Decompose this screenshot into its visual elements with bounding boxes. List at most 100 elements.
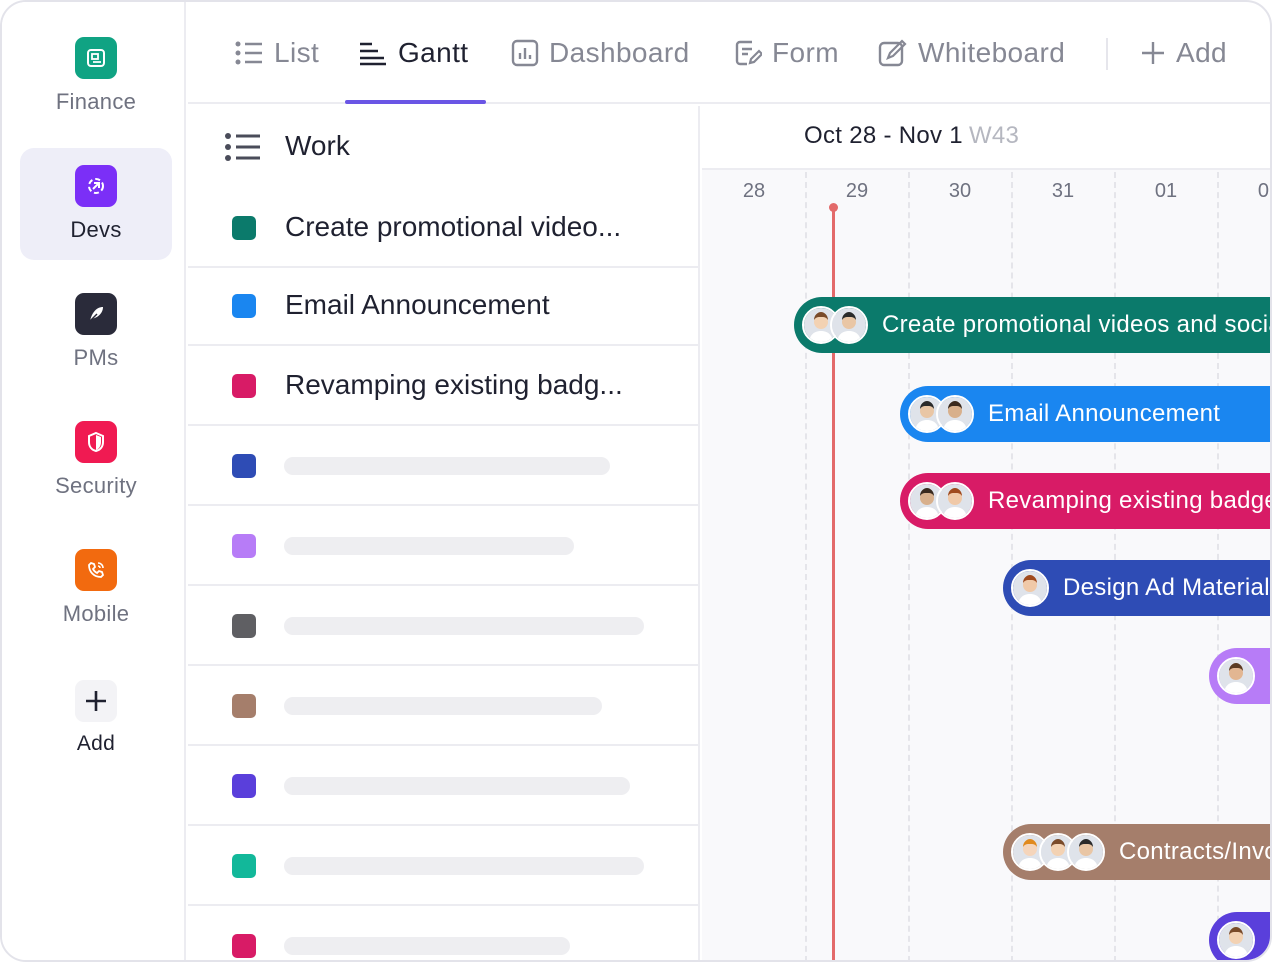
space-label: Add [76,732,116,755]
space-label: PMs [73,345,119,370]
avatar[interactable] [1217,657,1255,695]
gantt-bar-label: Design Ad Materials [1063,574,1272,601]
task-row[interactable] [188,506,700,586]
finance-icon [75,37,117,79]
phone-icon [75,549,117,591]
task-placeholder [284,617,644,635]
day-label: 28 [742,180,766,202]
avatar[interactable] [936,482,974,520]
task-placeholder [284,937,570,955]
app-window: Finance Devs PMs Security Mobile Add Lis… [0,0,1272,962]
day-label: 02 [1257,180,1270,202]
avatar[interactable] [936,395,974,433]
task-row[interactable]: Email Announcement [188,266,700,346]
space-label: Mobile [62,601,130,626]
today-marker-dot [829,203,838,212]
tab-label: Whiteboard [918,37,1066,68]
task-color-swatch [232,614,256,638]
gantt-bar[interactable] [1209,912,1270,960]
space-label: Security [55,473,137,498]
task-placeholder [284,697,602,715]
task-color-swatch [232,374,256,398]
space-finance[interactable]: Finance [20,20,172,132]
list-icon [234,40,264,66]
space-label: Devs [70,217,122,242]
dashboard-icon [511,39,539,67]
day-label: 01 [1154,180,1178,202]
day-label: 29 [845,180,869,202]
space-pms[interactable]: PMs [20,276,172,388]
plus-icon [75,680,117,722]
task-row[interactable] [188,906,700,960]
task-color-swatch [232,534,256,558]
add-space-button[interactable]: Add [20,662,172,774]
task-row[interactable] [188,666,700,746]
gantt-bar[interactable]: Email Announcement [900,386,1270,442]
day-label: 31 [1051,180,1075,202]
week-label: Oct 28 - Nov 1 W43 [804,122,1019,150]
space-security[interactable]: Security [20,404,172,516]
list-icon [224,132,262,167]
task-row[interactable] [188,746,700,826]
gantt-bar[interactable]: Design Ad Materials [1003,560,1272,616]
tab-label: Dashboard [549,37,690,68]
space-devs[interactable]: Devs [20,148,172,260]
tab-label: Form [772,37,839,68]
assignee-avatars [1217,657,1255,695]
tab-divider [1106,38,1108,70]
task-color-swatch [232,454,256,478]
week-number: W43 [968,122,1020,149]
task-placeholder [284,457,610,475]
tab-form[interactable]: Form [734,2,839,104]
tab-dashboard[interactable]: Dashboard [511,2,690,104]
plus-icon [1140,40,1166,66]
gantt-bar[interactable]: Create promotional videos and social med… [794,297,1270,353]
task-color-swatch [232,294,256,318]
gantt-bar[interactable]: Contracts/Invoices [1003,824,1270,880]
day-gridline [805,172,807,960]
assignee-avatars [1217,921,1255,959]
task-color-swatch [232,854,256,878]
task-list-header: Work [188,106,700,188]
gantt-bar-label: Create promotional videos and social med… [882,311,1270,338]
tab-gantt[interactable]: Gantt [358,2,468,104]
task-row[interactable]: Revamping existing badg... [188,346,700,426]
assignee-avatars [802,306,868,344]
day-label: 30 [948,180,972,202]
task-title: Create promotional video... [285,211,622,242]
task-row[interactable] [188,586,700,666]
avatar[interactable] [830,306,868,344]
active-tab-indicator [345,100,486,104]
tab-label: List [274,37,320,68]
task-list: Work Create promotional video... Email An… [188,106,700,960]
form-icon [734,39,762,67]
avatar[interactable] [1067,833,1105,871]
tab-whiteboard[interactable]: Whiteboard [878,2,1065,104]
devs-icon [75,165,117,207]
task-color-swatch [232,774,256,798]
gantt-bar-label: Revamping existing badges [988,487,1272,514]
task-row[interactable] [188,826,700,906]
gantt-week-header: Oct 28 - Nov 1 W43 [702,106,1270,170]
task-row[interactable] [188,426,700,506]
avatar[interactable] [1217,921,1255,959]
space-mobile[interactable]: Mobile [20,532,172,644]
assignee-avatars [1011,833,1105,871]
task-placeholder [284,857,644,875]
task-placeholder [284,537,574,555]
assignee-avatars [1011,569,1049,607]
tab-label: Add [1176,37,1228,68]
task-row[interactable]: Create promotional video... [188,188,700,268]
gantt-bar[interactable] [1209,648,1270,704]
assignee-avatars [908,395,974,433]
avatar[interactable] [1011,569,1049,607]
assignee-avatars [908,482,974,520]
whiteboard-icon [878,39,908,67]
task-title: Revamping existing badg... [285,369,623,400]
tab-list[interactable]: List [234,2,319,104]
gantt-bar[interactable]: Revamping existing badges [900,473,1272,529]
day-gridline [908,172,910,960]
tab-add-view[interactable]: Add [1140,2,1227,104]
spaces-sidebar: Finance Devs PMs Security Mobile Add [2,2,186,960]
gantt-icon [358,40,388,66]
